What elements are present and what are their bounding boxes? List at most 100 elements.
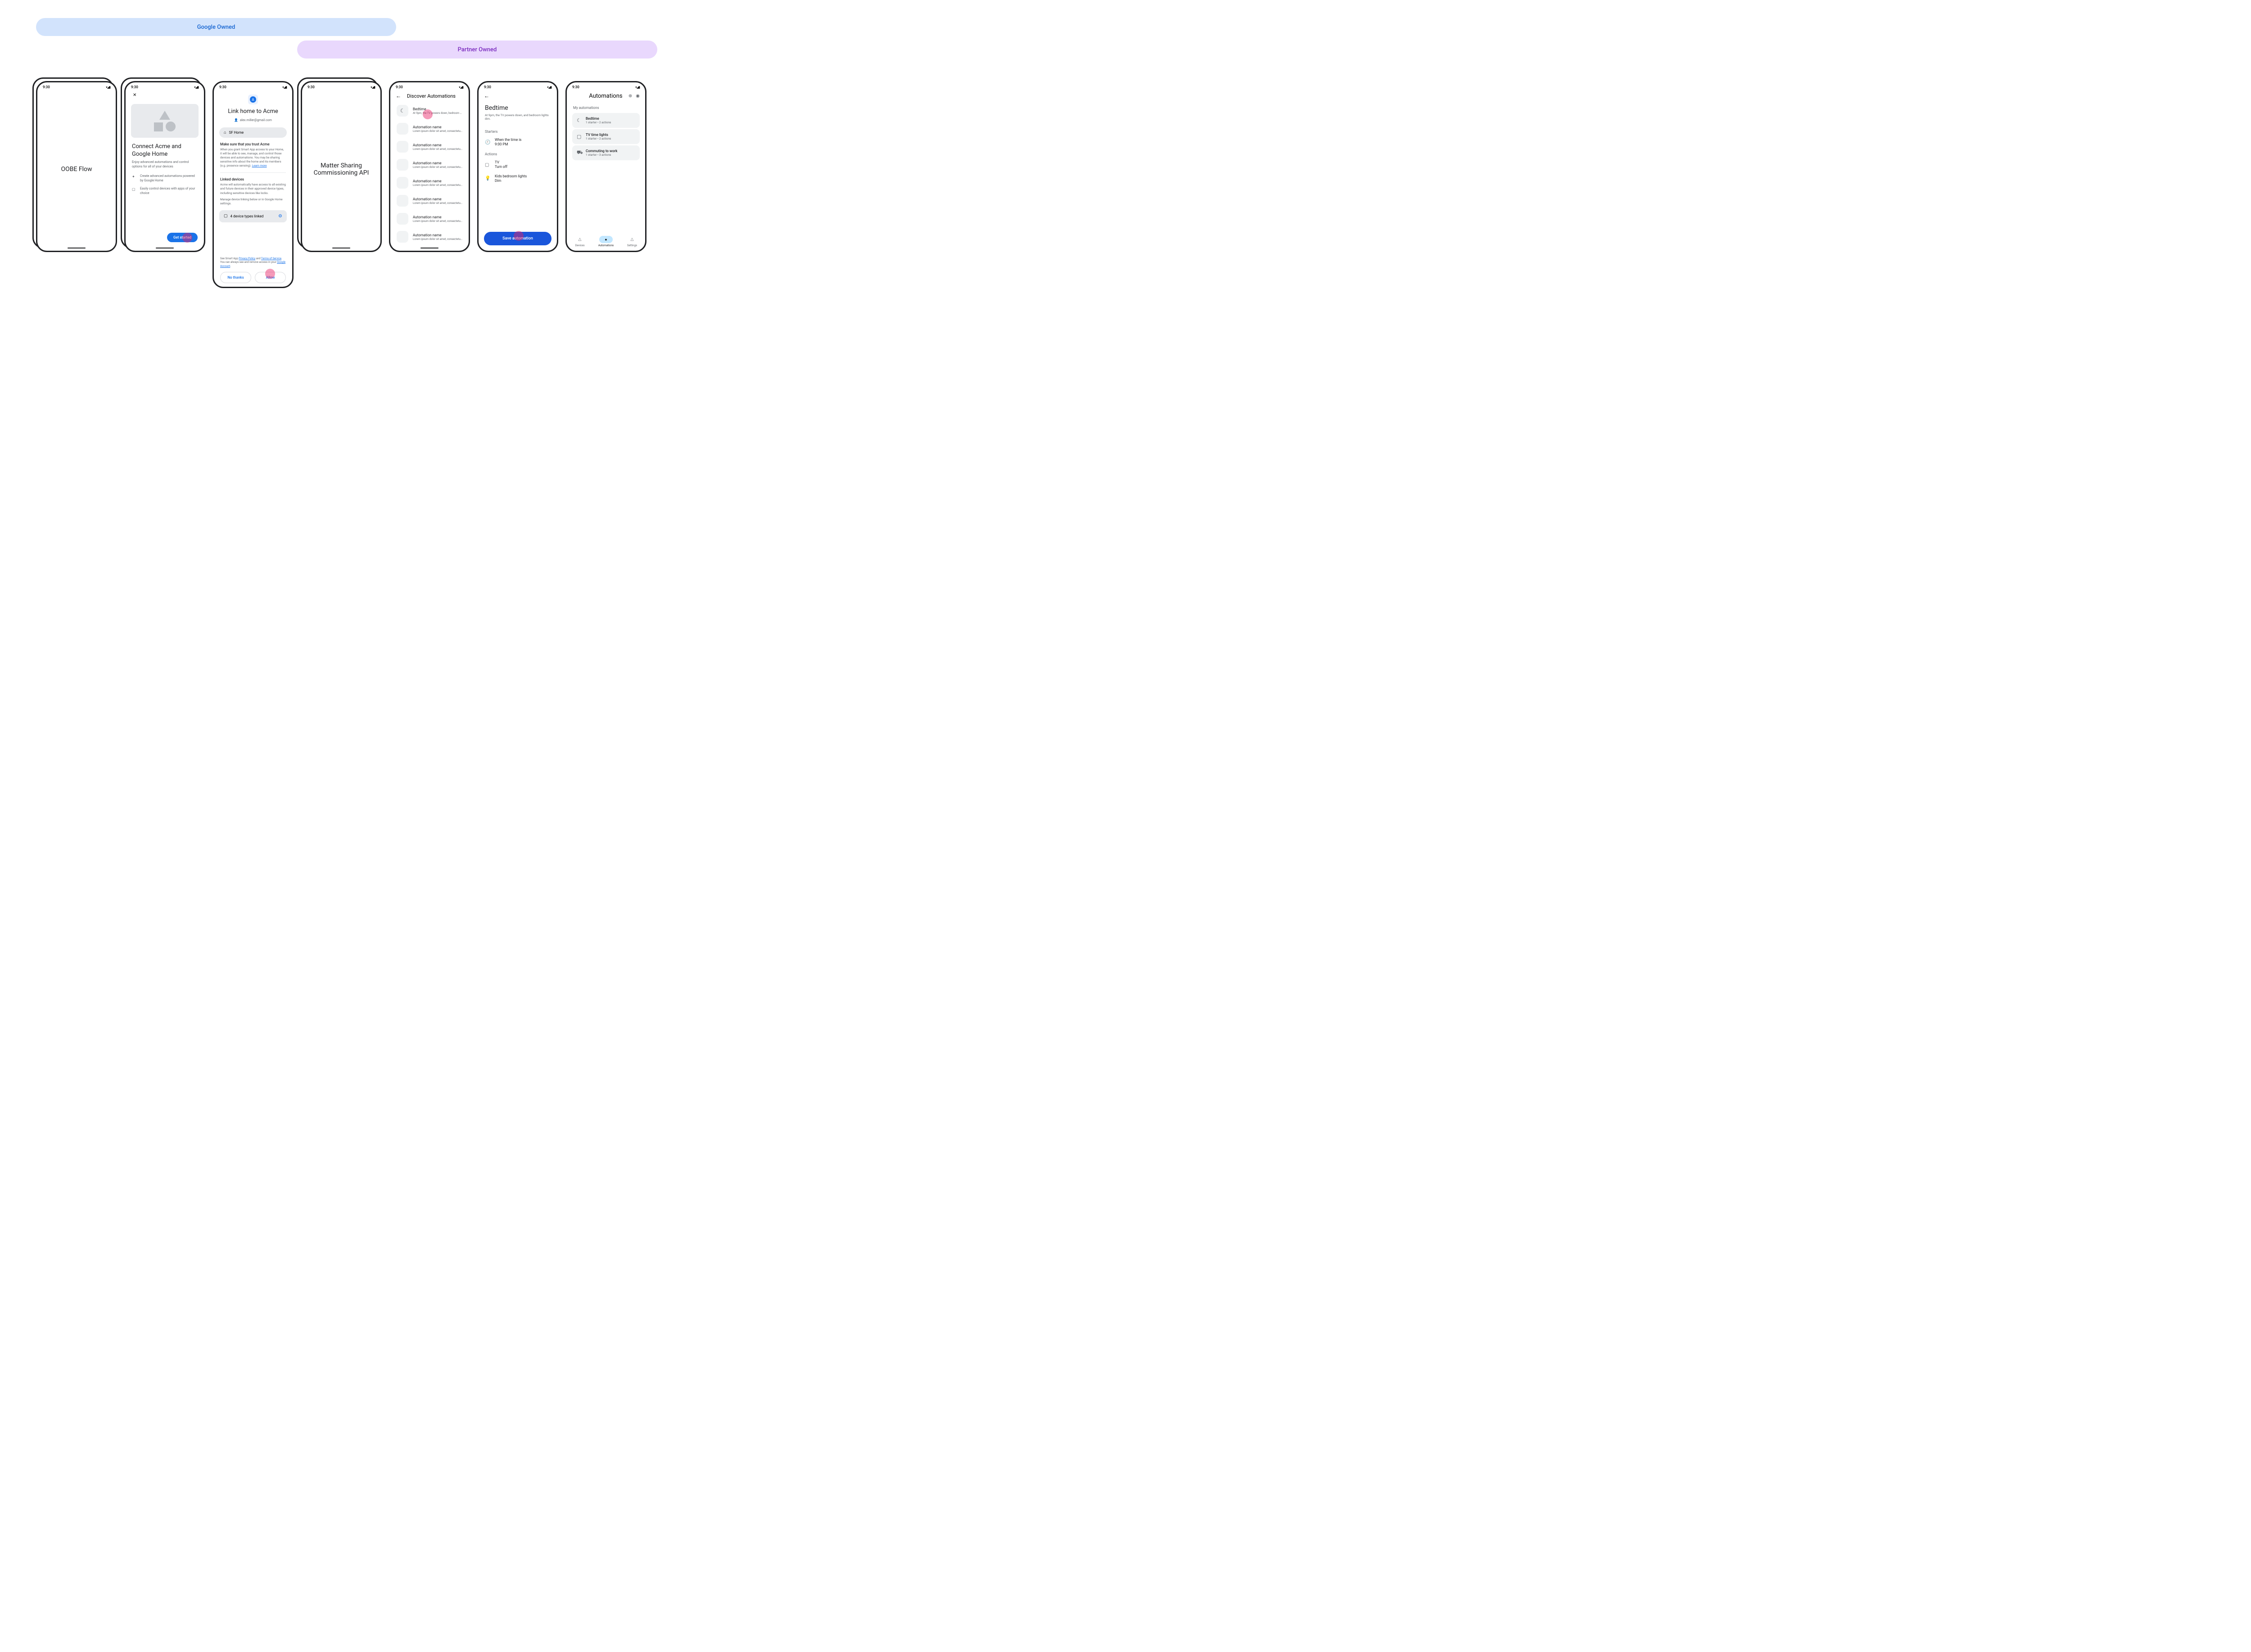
tv-icon: ▢ xyxy=(485,162,490,167)
linked-manage: Manage device linking below or in Google… xyxy=(220,198,286,206)
automation-item[interactable]: Automation nameLorem ipsum dolor sit ame… xyxy=(395,156,464,174)
phone-bedtime: 9:30 ▾◢▮ ← Bedtime At 9pm, the TV powers… xyxy=(477,81,558,252)
link-title: Link home to Acme xyxy=(214,106,292,117)
back-icon[interactable]: ← xyxy=(484,93,489,99)
trust-body: When you grant Smart App access to your … xyxy=(220,148,286,168)
status-time: 9:30 xyxy=(307,85,315,89)
automation-name: Automation name xyxy=(413,125,462,129)
action-row[interactable]: 💡 Kids bedroom lightsDim xyxy=(485,172,551,186)
automation-desc: Lorem ipsum dolor sit amet, consectetur … xyxy=(413,166,462,169)
add-icon[interactable]: ⊕ xyxy=(628,94,632,99)
automation-icon xyxy=(397,177,408,189)
devices-icon: △ xyxy=(573,236,587,243)
automation-item[interactable]: ☾BedtimeAt 9pm, the TV powers down, bedr… xyxy=(395,102,464,120)
phone-matter: 9:30 ▾◢▮ Matter Sharing Commissioning AP… xyxy=(301,81,382,252)
gesture-bar xyxy=(156,248,174,249)
lightbulb-icon: 💡 xyxy=(485,176,490,181)
automation-card[interactable]: ▢TV time lights1 starter • 2 actions xyxy=(572,129,640,144)
automation-desc: Lorem ipsum dolor sit amet, consectetur … xyxy=(413,238,462,241)
status-time: 9:30 xyxy=(219,85,226,89)
oobe-label: OOBE Flow xyxy=(37,91,116,248)
allow-button[interactable]: Allow xyxy=(255,272,286,283)
no-thanks-button[interactable]: No thanks xyxy=(220,272,251,283)
my-automations-label: My automations xyxy=(567,103,645,112)
home-selector[interactable]: ⌂ SF Home xyxy=(219,127,287,138)
gear-icon[interactable]: ⚙ xyxy=(278,214,282,219)
automation-name: TV time lights xyxy=(586,133,611,137)
status-bar: 9:30 ▾◢▮ xyxy=(37,82,116,91)
circle-shape xyxy=(166,122,176,131)
devices-icon: ▢ xyxy=(132,187,136,191)
starter-row[interactable]: 🕘 When the time is9:00 PM xyxy=(485,135,551,149)
my-automations-list: ☾Bedtime1 starter • 2 actions▢TV time li… xyxy=(567,112,645,162)
get-started-button[interactable]: Get started xyxy=(167,233,198,242)
status-icons: ▾◢▮ xyxy=(194,86,199,89)
divider xyxy=(220,172,286,173)
automation-desc: Lorem ipsum dolor sit amet, consectetur … xyxy=(413,202,462,205)
google-owned-banner: Google Owned xyxy=(36,18,396,36)
automation-meta: 1 starter • 2 actions xyxy=(586,121,611,124)
automation-icon xyxy=(397,159,408,171)
automation-icon: ☾ xyxy=(397,105,408,117)
partner-owned-banner: Partner Owned xyxy=(297,41,657,59)
automation-card[interactable]: ⛟Commuting to work1 starter • 3 actions xyxy=(572,145,640,160)
status-time: 9:30 xyxy=(131,85,138,89)
status-icons: ▾◢▮ xyxy=(106,86,110,89)
automation-desc: Lorem ipsum dolor sit amet, consectetur … xyxy=(413,148,462,151)
phone-automations: 9:30 ▾◢▮ Automations ⊕ ◉ My automations … xyxy=(565,81,646,252)
back-icon[interactable]: ← xyxy=(396,93,401,99)
triangle-shape xyxy=(159,111,170,120)
automation-item[interactable]: Automation nameLorem ipsum dolor sit ame… xyxy=(395,174,464,192)
automation-item[interactable]: Automation nameLorem ipsum dolor sit ame… xyxy=(395,120,464,138)
learn-more-link[interactable]: Learn more xyxy=(252,164,267,167)
nav-devices[interactable]: △Devices xyxy=(567,236,593,247)
connect-subtitle: Enjoy advanced automations and control o… xyxy=(126,159,204,173)
automation-item[interactable]: Automation nameLorem ipsum dolor sit ame… xyxy=(395,138,464,156)
privacy-link[interactable]: Privacy Policy xyxy=(239,257,255,260)
status-icons: ▾◢▮ xyxy=(459,86,463,89)
devices-icon: ▢ xyxy=(224,214,228,218)
automation-desc: Lorem ipsum dolor sit amet, consectetur … xyxy=(413,220,462,223)
nav-automations[interactable]: ●Automations xyxy=(593,236,619,247)
nav-settings[interactable]: △Settings xyxy=(619,236,645,247)
automation-card[interactable]: ☾Bedtime1 starter • 2 actions xyxy=(572,113,640,128)
trust-heading: Make sure that you trust Acme xyxy=(220,142,286,146)
account-email: 👤 alex.miller@gmail.com xyxy=(214,117,292,126)
connect-title: Connect Acme and Google Home xyxy=(126,141,204,159)
phone-connect: 9:30 ▾◢▮ ✕ Connect Acme and Google Home … xyxy=(124,81,205,252)
actions-label: Actions xyxy=(485,149,551,158)
status-icons: ▾◢▮ xyxy=(547,86,551,89)
phone-link: 9:30 ▾◢▮ A Link home to Acme 👤 alex.mill… xyxy=(212,81,294,288)
save-automation-button[interactable]: Save automation xyxy=(484,232,551,245)
bedtime-title: Bedtime xyxy=(485,102,551,113)
account-icon[interactable]: ◉ xyxy=(636,94,640,99)
automation-name: Automation name xyxy=(413,161,462,165)
close-icon[interactable]: ✕ xyxy=(131,93,138,98)
clock-icon: 🕘 xyxy=(485,140,490,145)
linked-devices-card[interactable]: ▢ 4 device types linked ⚙ xyxy=(219,210,287,222)
automation-icon xyxy=(397,213,408,225)
automation-name: Bedtime xyxy=(586,117,611,121)
status-bar: 9:30 ▾◢▮ xyxy=(567,82,645,91)
status-time: 9:30 xyxy=(396,85,403,89)
automation-item[interactable]: Automation nameLorem ipsum dolor sit ame… xyxy=(395,210,464,228)
home-icon: ⌂ xyxy=(224,130,226,135)
status-icons: ▾◢▮ xyxy=(371,86,375,89)
automations-icon: ● xyxy=(599,236,613,243)
automation-item[interactable]: Automation nameLorem ipsum dolor sit ame… xyxy=(395,192,464,210)
bottom-nav: △Devices ●Automations △Settings xyxy=(567,233,645,251)
automation-name: Automation name xyxy=(413,197,462,201)
automation-item[interactable]: Automation nameLorem ipsum dolor sit ame… xyxy=(395,228,464,246)
automations-title: Automations xyxy=(589,93,622,99)
action-row[interactable]: ▢ TVTurn off xyxy=(485,158,551,172)
gesture-bar xyxy=(420,248,438,249)
gesture-bar xyxy=(68,248,86,249)
status-bar: 9:30 ▾◢▮ xyxy=(126,82,204,91)
phone-oobe: 9:30 ▾◢▮ OOBE Flow xyxy=(36,81,117,252)
automation-desc: Lorem ipsum dolor sit amet, consectetur … xyxy=(413,130,462,133)
feature-item: ✦ Create advanced automations powered by… xyxy=(126,172,204,185)
status-bar: 9:30 ▾◢▮ xyxy=(390,82,469,91)
tos-link[interactable]: Terms of Service xyxy=(261,257,281,260)
linked-heading: Linked devices xyxy=(220,177,286,181)
bedtime-subtitle: At 9pm, the TV powers down, and bedroom … xyxy=(485,113,551,127)
